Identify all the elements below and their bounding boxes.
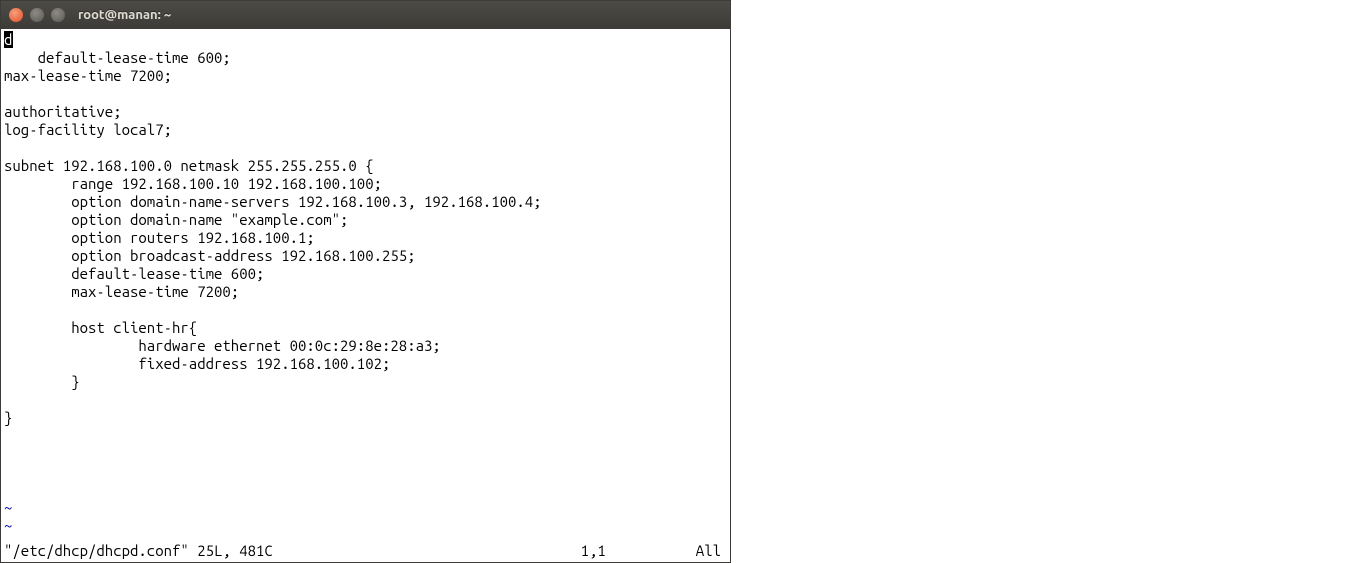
terminal-window: root@manan: ~ ddefault-lease-time 600; m… <box>0 0 731 563</box>
editor-text: default-lease-time 600; max-lease-time 7… <box>4 49 542 426</box>
editor-viewport[interactable]: ddefault-lease-time 600; max-lease-time … <box>1 29 730 542</box>
status-line: "/etc/dhcp/dhcpd.conf" 25L, 481C 1,1 All <box>1 542 730 562</box>
close-icon[interactable] <box>9 8 23 22</box>
status-file-info: "/etc/dhcp/dhcpd.conf" 25L, 481C <box>4 542 273 560</box>
text-cursor: d <box>4 31 13 48</box>
window-title: root@manan: ~ <box>78 8 171 22</box>
status-cursor-pos: 1,1 <box>273 542 696 560</box>
editor-tildes: ~ ~ ~ <box>4 499 12 542</box>
minimize-icon[interactable] <box>30 8 44 22</box>
status-scroll: All <box>696 542 727 560</box>
maximize-icon[interactable] <box>51 8 65 22</box>
title-bar: root@manan: ~ <box>1 1 730 29</box>
